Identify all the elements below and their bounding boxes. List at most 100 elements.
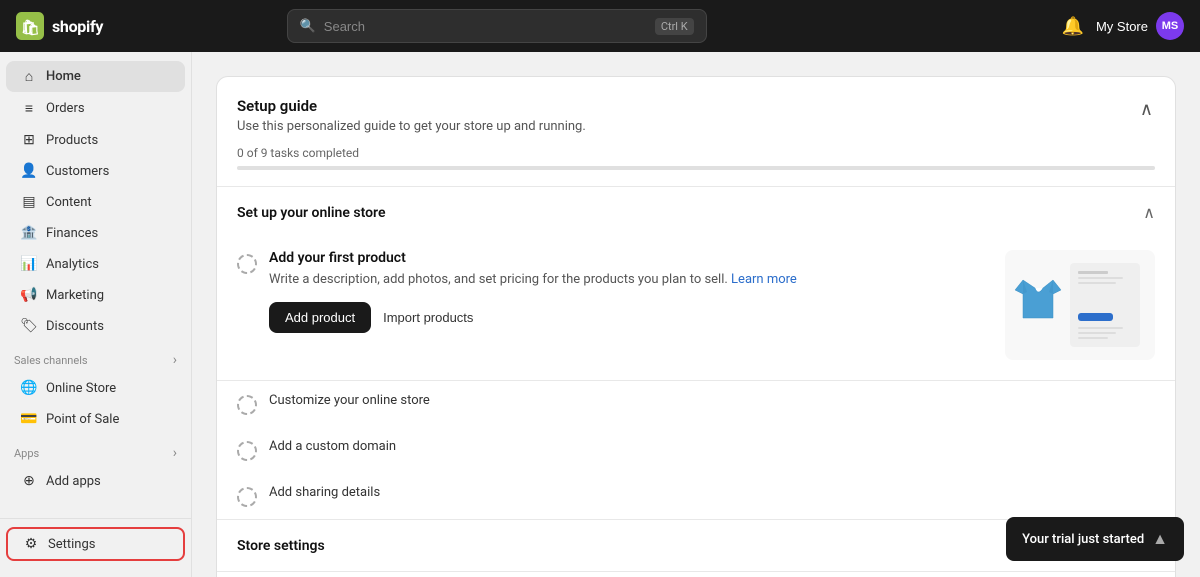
orders-icon: ≡ <box>20 100 38 117</box>
add-custom-domain-task[interactable]: Add a custom domain <box>217 427 1175 473</box>
trial-toast-text: Your trial just started <box>1022 532 1144 547</box>
main-content: Setup guide Use this personalized guide … <box>192 52 1200 577</box>
home-icon: ⌂ <box>20 68 38 85</box>
sidebar-item-products[interactable]: ⊞ Products <box>6 125 185 155</box>
store-settings-title: Store settings <box>237 538 325 554</box>
sidebar-item-customers[interactable]: 👤 Customers <box>6 156 185 186</box>
product-illustration <box>1005 250 1155 360</box>
store-name: My Store <box>1096 19 1148 34</box>
sidebar-item-label: Analytics <box>46 257 99 272</box>
setup-guide-title-area: Setup guide Use this personalized guide … <box>237 97 586 134</box>
setup-guide-header: Setup guide Use this personalized guide … <box>217 77 1175 146</box>
setup-guide-description: Use this personalized guide to get your … <box>237 119 586 134</box>
search-input[interactable] <box>324 19 647 34</box>
sidebar-item-label: Point of Sale <box>46 412 119 427</box>
launch-online-store-accordion: Launch your online store ∨ <box>217 571 1175 577</box>
products-icon: ⊞ <box>20 132 38 148</box>
progress-section: 0 of 9 tasks completed <box>217 146 1175 186</box>
settings-icon: ⚙ <box>22 536 40 552</box>
apps-label: Apps › <box>0 435 191 465</box>
sidebar-item-finances[interactable]: 🏦 Finances <box>6 218 185 248</box>
finances-icon: 🏦 <box>20 225 38 241</box>
add-product-button[interactable]: Add product <box>269 302 371 333</box>
setup-online-store-title: Set up your online store <box>237 205 385 221</box>
trial-toast[interactable]: Your trial just started ▲ <box>1006 517 1184 561</box>
sidebar-item-discounts[interactable]: 🏷 Discounts <box>6 311 185 341</box>
task-content: Add your first product Write a descripti… <box>269 250 993 333</box>
progress-bar-background <box>237 166 1155 170</box>
sidebar-item-label: Products <box>46 133 98 148</box>
setup-guide-collapse-button[interactable]: ∧ <box>1138 97 1155 122</box>
add-sharing-details-task[interactable]: Add sharing details <box>217 473 1175 519</box>
sidebar-bottom: ⚙ Settings <box>0 518 191 569</box>
search-shortcut: Ctrl K <box>655 18 694 35</box>
sidebar-item-analytics[interactable]: 📊 Analytics <box>6 249 185 279</box>
task-label: Add a custom domain <box>269 439 396 454</box>
learn-more-link[interactable]: Learn more <box>731 272 797 287</box>
task-actions: Add product Import products <box>269 302 993 333</box>
shopify-logo: 🛍 shopify <box>16 12 103 40</box>
sidebar-item-orders[interactable]: ≡ Orders <box>6 93 185 124</box>
sidebar-item-marketing[interactable]: 📢 Marketing <box>6 280 185 310</box>
point-of-sale-icon: 💳 <box>20 411 38 427</box>
notification-bell-button[interactable]: 🔔 <box>1062 16 1084 37</box>
shopify-wordmark: shopify <box>52 17 103 36</box>
launch-online-store-header[interactable]: Launch your online store ∨ <box>217 572 1175 577</box>
search-icon: 🔍 <box>300 19 316 34</box>
discounts-icon: 🏷 <box>20 318 38 334</box>
settings-label: Settings <box>48 537 95 552</box>
import-products-button[interactable]: Import products <box>383 302 473 333</box>
task-circle <box>237 487 257 507</box>
setup-online-store-accordion[interactable]: Set up your online store ∧ <box>217 187 1175 238</box>
nav-right: 🔔 My Store MS <box>1062 12 1184 40</box>
online-store-icon: 🌐 <box>20 380 38 396</box>
store-selector-button[interactable]: My Store MS <box>1096 12 1184 40</box>
sidebar-item-point-of-sale[interactable]: 💳 Point of Sale <box>6 404 185 434</box>
setup-guide-title: Setup guide <box>237 97 586 115</box>
task-circle <box>237 395 257 415</box>
sidebar-item-home[interactable]: ⌂ Home <box>6 61 185 92</box>
sales-channels-label: Sales channels › <box>0 342 191 372</box>
task-description: Write a description, add photos, and set… <box>269 270 993 290</box>
main-layout: ⌂ Home ≡ Orders ⊞ Products 👤 Customers ▤… <box>0 52 1200 577</box>
sidebar-item-label: Marketing <box>46 288 104 303</box>
sidebar-item-label: Home <box>46 69 81 84</box>
add-apps-icon: ⊕ <box>20 473 38 489</box>
sidebar-item-add-apps[interactable]: ⊕ Add apps <box>6 466 185 496</box>
trial-toast-chevron-up-icon: ▲ <box>1152 529 1168 549</box>
setup-guide-card: Setup guide Use this personalized guide … <box>216 76 1176 577</box>
setup-online-store-chevron-up-icon: ∧ <box>1143 203 1155 222</box>
sidebar-item-online-store[interactable]: 🌐 Online Store <box>6 373 185 403</box>
product-illustration-svg <box>1010 255 1150 355</box>
add-first-product-task: Add your first product Write a descripti… <box>217 238 1175 380</box>
sidebar-item-label: Orders <box>46 101 85 116</box>
svg-text:🛍: 🛍 <box>21 19 40 37</box>
top-nav: 🛍 shopify 🔍 Ctrl K 🔔 My Store MS <box>0 0 1200 52</box>
sidebar: ⌂ Home ≡ Orders ⊞ Products 👤 Customers ▤… <box>0 52 192 577</box>
settings-item[interactable]: ⚙ Settings <box>6 527 185 561</box>
sidebar-item-label: Customers <box>46 164 109 179</box>
task-label: Customize your online store <box>269 393 430 408</box>
content-icon: ▤ <box>20 194 38 210</box>
sidebar-item-label: Finances <box>46 226 98 241</box>
analytics-icon: 📊 <box>20 256 38 272</box>
sidebar-item-label: Add apps <box>46 474 101 489</box>
avatar: MS <box>1156 12 1184 40</box>
section-tasks: Customize your online store Add a custom… <box>217 380 1175 519</box>
sidebar-nav: ⌂ Home ≡ Orders ⊞ Products 👤 Customers ▤… <box>0 60 191 518</box>
sidebar-item-label: Discounts <box>46 319 104 334</box>
progress-label: 0 of 9 tasks completed <box>237 146 1155 160</box>
task-circle <box>237 441 257 461</box>
customize-online-store-task[interactable]: Customize your online store <box>217 381 1175 427</box>
marketing-icon: 📢 <box>20 287 38 303</box>
task-circle-container <box>237 250 257 274</box>
sidebar-item-label: Online Store <box>46 381 116 396</box>
task-title: Add your first product <box>269 250 993 266</box>
customers-icon: 👤 <box>20 163 38 179</box>
task-circle <box>237 254 257 274</box>
task-label: Add sharing details <box>269 485 380 500</box>
search-bar[interactable]: 🔍 Ctrl K <box>287 9 707 43</box>
sidebar-item-label: Content <box>46 195 92 210</box>
sidebar-item-content[interactable]: ▤ Content <box>6 187 185 217</box>
shopify-bag-icon: 🛍 <box>16 12 44 40</box>
